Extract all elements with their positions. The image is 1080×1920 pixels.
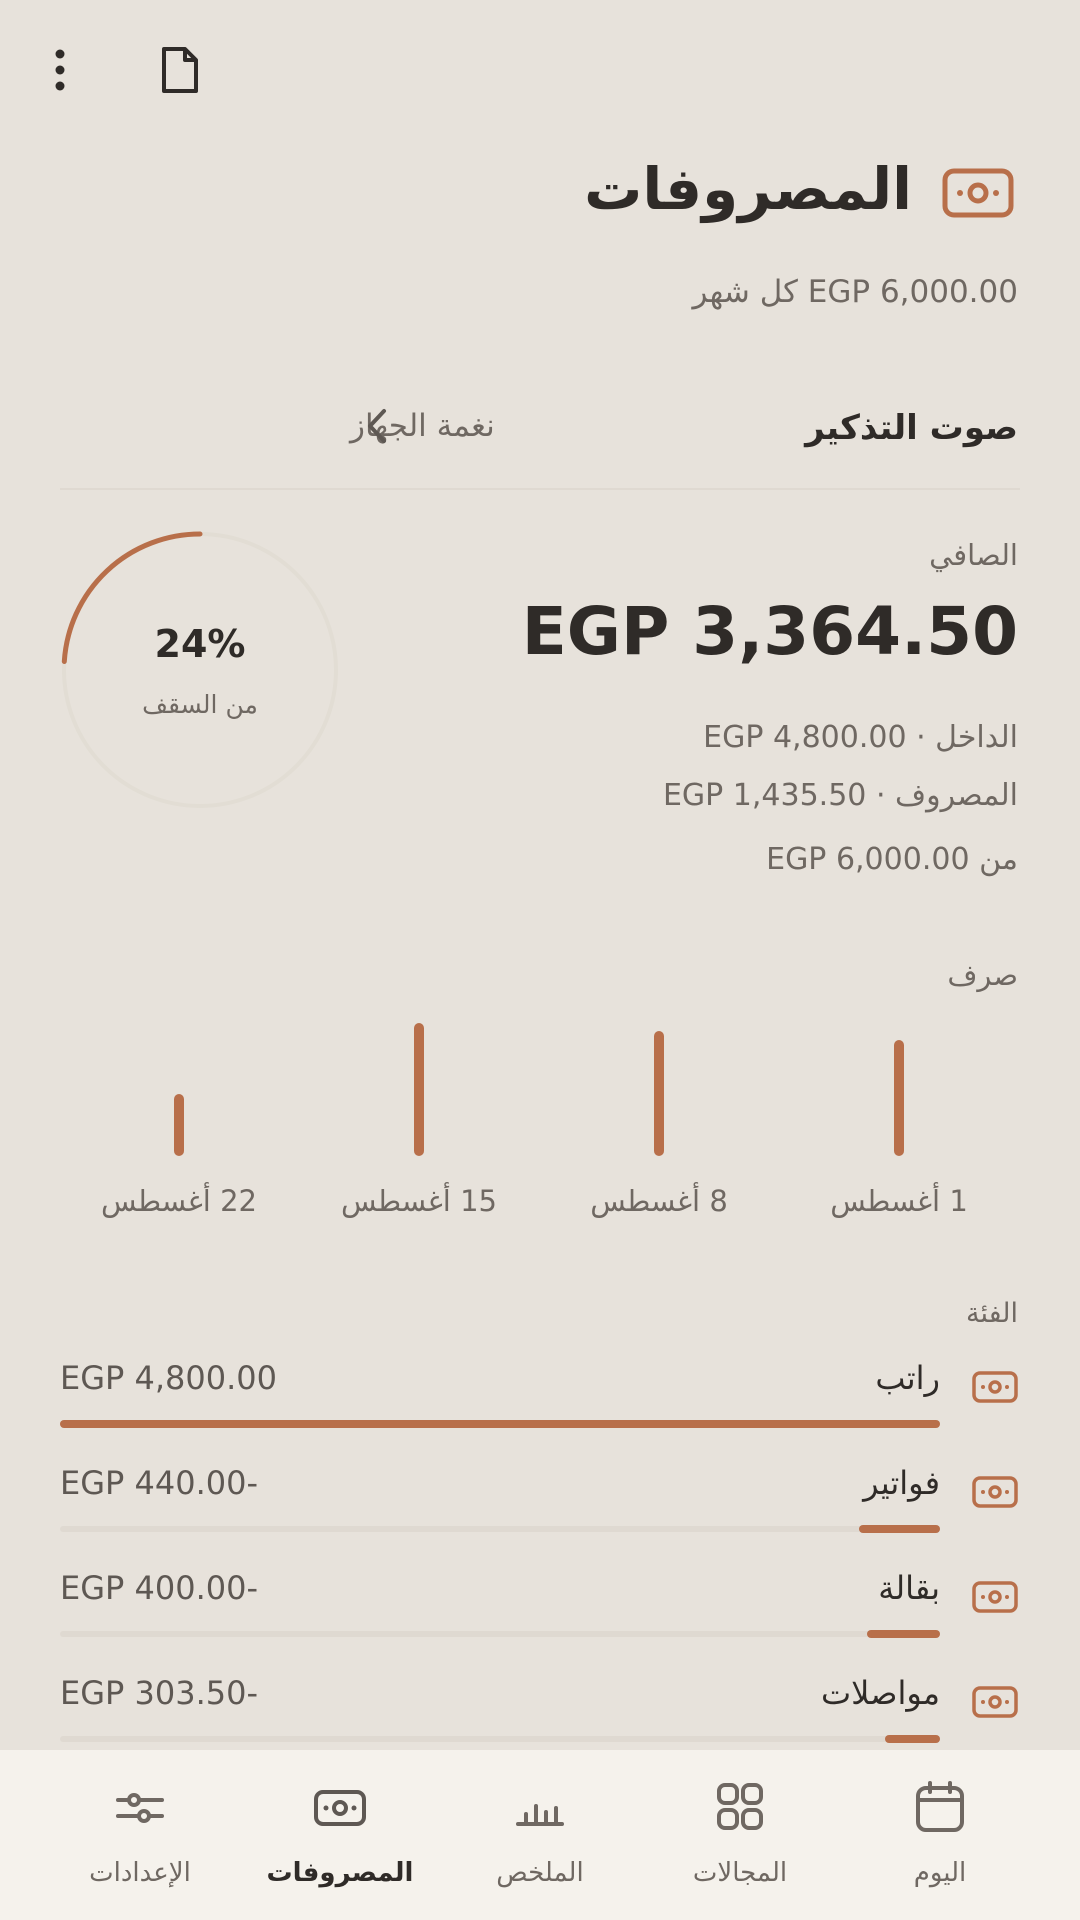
- banknote-icon: [972, 1581, 1018, 1613]
- category-amount: EGP 4,800.00: [60, 1359, 277, 1397]
- category-progress-fill: [60, 1420, 940, 1428]
- category-progress-fill: [859, 1525, 940, 1533]
- income-line: الداخل · EGP 4,800.00: [703, 720, 1018, 755]
- category-amount: EGP 400.00-: [60, 1569, 258, 1607]
- cap-line: من EGP 6,000.00: [766, 842, 1018, 877]
- category-progress-track: [60, 1630, 940, 1638]
- budget-gauge: [60, 530, 340, 810]
- nav-label: المجالات: [692, 1858, 788, 1888]
- category-progress-track: [60, 1735, 940, 1743]
- category-progress-track: [60, 1525, 940, 1533]
- category-name: راتب: [875, 1359, 940, 1397]
- spending-label: صرف: [947, 958, 1018, 992]
- spending-bar: [654, 1031, 664, 1156]
- nav-label: الإعدادات: [89, 1858, 191, 1888]
- grid-icon: [710, 1780, 770, 1836]
- category-progress-fill: [867, 1630, 940, 1638]
- sliders-icon: [110, 1780, 170, 1836]
- banknote-icon: [972, 1371, 1018, 1403]
- spending-bar: [174, 1094, 184, 1156]
- spending-bar: [894, 1040, 904, 1156]
- nav-label: المصروفات: [266, 1858, 414, 1888]
- category-name: فواتير: [863, 1464, 940, 1502]
- nav-item-grid[interactable]: المجالات: [640, 1750, 840, 1920]
- net-label: الصافي: [929, 538, 1018, 572]
- spending-bar-label: 22 أغسطس: [101, 1184, 257, 1218]
- nav-item-sliders[interactable]: الإعدادات: [40, 1750, 240, 1920]
- category-heading: الفئة: [965, 1298, 1018, 1329]
- net-amount: EGP 3,364.50: [521, 593, 1018, 670]
- category-name: بقالة: [878, 1569, 940, 1607]
- nav-item-calendar[interactable]: اليوم: [840, 1750, 1040, 1920]
- category-name: مواصلات: [821, 1674, 940, 1712]
- page-title: المصروفات: [584, 155, 912, 223]
- divider: [60, 488, 1020, 490]
- gauge-caption: من السقف: [142, 690, 258, 719]
- chevron-left-icon: [362, 406, 392, 446]
- banknote-icon: [972, 1686, 1018, 1718]
- spent-line: المصروف · EGP 1,435.50: [662, 778, 1018, 813]
- bar-chart-icon: [510, 1780, 570, 1836]
- budget-subtitle: EGP 6,000.00 كل شهر: [692, 274, 1018, 310]
- banknote-icon: [310, 1780, 370, 1836]
- category-amount: EGP 440.00-: [60, 1464, 258, 1502]
- spending-bar-label: 15 أغسطس: [341, 1184, 497, 1218]
- nav-item-bar-chart[interactable]: الملخص: [440, 1750, 640, 1920]
- nav-label: اليوم: [913, 1858, 967, 1888]
- spending-chart: 1 أغسطس 8 أغسطس 15 أغسطس 22 أغسطس: [0, 1000, 1080, 1240]
- spending-bar: [414, 1023, 424, 1156]
- banknote-icon: [972, 1476, 1018, 1508]
- spending-bar-label: 8 أغسطس: [590, 1184, 728, 1218]
- gauge-percent: 24%: [154, 622, 246, 666]
- category-progress-fill: [885, 1735, 940, 1743]
- banknote-icon: [942, 168, 1014, 218]
- calendar-icon: [910, 1780, 970, 1836]
- nav-label: الملخص: [496, 1858, 584, 1888]
- spending-bar-label: 1 أغسطس: [830, 1184, 968, 1218]
- category-amount: EGP 303.50-: [60, 1674, 258, 1712]
- document-icon[interactable]: [160, 46, 200, 94]
- category-progress-track: [60, 1420, 940, 1428]
- nav-item-banknote[interactable]: المصروفات: [240, 1750, 440, 1920]
- reminder-sound-label: صوت التذكير: [805, 408, 1018, 448]
- bottom-nav: اليوم المجالات الملخص المصروفات الإعدادات: [0, 1750, 1080, 1920]
- more-vert-icon[interactable]: [44, 46, 76, 94]
